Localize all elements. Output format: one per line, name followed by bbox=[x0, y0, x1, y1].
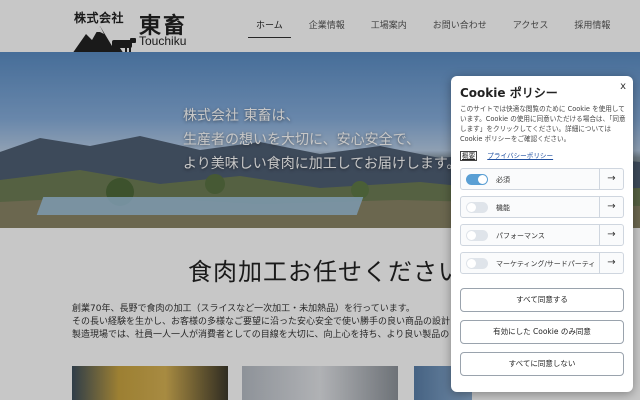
toggle-knob bbox=[467, 231, 476, 240]
category-label: パフォーマンス bbox=[496, 232, 545, 240]
arrow-right-icon[interactable]: → bbox=[599, 225, 623, 245]
cookie-category-marketing[interactable]: マーケティング/サードパーティ → bbox=[460, 252, 624, 274]
accept-enabled-button[interactable]: 有効にした Cookie のみ同意 bbox=[460, 320, 624, 344]
cookie-policy-dialog: Cookie ポリシー x このサイトでは快適な閲覧のために Cookie を使… bbox=[451, 76, 633, 392]
toggle-knob bbox=[478, 175, 487, 184]
marketing-toggle[interactable] bbox=[466, 258, 488, 269]
arrow-right-icon[interactable]: → bbox=[599, 253, 623, 273]
arrow-right-icon[interactable]: → bbox=[599, 197, 623, 217]
category-label: 機能 bbox=[496, 204, 510, 212]
accept-all-button[interactable]: すべて同意する bbox=[460, 288, 624, 312]
cookie-title: Cookie ポリシー bbox=[460, 86, 558, 100]
toggle-knob bbox=[467, 259, 476, 268]
reject-all-button[interactable]: すべてに同意しない bbox=[460, 352, 624, 376]
cookie-links: 概要 プライバシーポリシー bbox=[460, 150, 553, 161]
overview-link[interactable]: 概要 bbox=[460, 151, 478, 161]
toggle-knob bbox=[467, 203, 476, 212]
cookie-description: このサイトでは快適な閲覧のために Cookie を使用しています。Cookie … bbox=[460, 105, 626, 143]
close-icon[interactable]: x bbox=[620, 81, 626, 92]
performance-toggle[interactable] bbox=[466, 230, 488, 241]
cookie-category-performance[interactable]: パフォーマンス → bbox=[460, 224, 624, 246]
necessary-toggle[interactable] bbox=[466, 174, 488, 185]
category-label: 必須 bbox=[496, 176, 510, 184]
functional-toggle[interactable] bbox=[466, 202, 488, 213]
cookie-category-functional[interactable]: 機能 → bbox=[460, 196, 624, 218]
privacy-policy-link[interactable]: プライバシーポリシー bbox=[487, 152, 553, 160]
cookie-category-necessary[interactable]: 必須 → bbox=[460, 168, 624, 190]
category-label: マーケティング/サードパーティ bbox=[496, 260, 596, 268]
arrow-right-icon[interactable]: → bbox=[599, 169, 623, 189]
